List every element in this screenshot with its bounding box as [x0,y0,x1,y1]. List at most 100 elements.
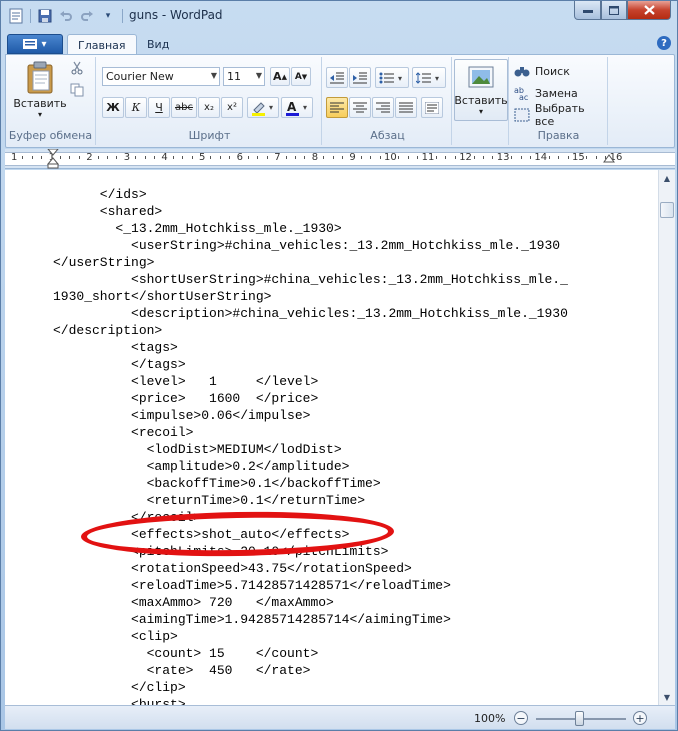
paste-button[interactable]: Вставить ▾ [12,61,68,119]
underline-button[interactable]: Ч [148,97,170,118]
save-icon[interactable] [36,7,54,25]
ruler-tick-mark [323,156,325,159]
ruler-tick-mark [97,156,99,159]
document-line: <rotationSpeed>43.75</rotationSpeed> [53,561,412,576]
document-area[interactable]: </ids> <shared> <_13.2mm_Hotchkiss_mle._… [5,170,675,705]
ruler-tick-label: 1 [11,152,18,163]
document-line: 1930_short</shortUserString> [53,289,272,304]
chevron-down-icon: ▾ [478,107,483,116]
file-menu-button[interactable]: ▾ [7,34,63,54]
paragraph-settings-button[interactable] [421,97,443,118]
align-center-button[interactable] [349,97,371,118]
ruler-tick-label: 7 [274,152,281,163]
svg-text:A: A [287,100,297,114]
highlighter-icon: ▾ [252,101,273,116]
find-button[interactable]: Поиск [514,61,570,81]
zoom-level: 100% [474,712,506,725]
insert-label: Вставить [454,94,508,107]
ruler-tick-mark [567,156,569,159]
ruler-tick-mark [266,156,268,159]
copy-icon[interactable] [70,83,86,99]
ruler-tick-mark [454,156,456,159]
ruler-tick-mark [586,156,588,159]
highlight-color-button[interactable]: ▾ [247,97,279,118]
ruler-tick-mark [436,156,437,159]
align-left-icon [330,102,344,112]
shrink-font-button[interactable]: A ▼ [291,67,311,86]
svg-text:▾: ▾ [398,74,402,83]
font-color-button[interactable]: A ▾ [281,97,313,118]
ruler-tick-label: 11 [421,152,435,163]
vertical-scrollbar[interactable]: ▲ ▼ [658,170,675,705]
ruler[interactable]: 1 1 2 3 4 5 6 7 8 9 10 11 12 13 14 15 16 [5,149,675,169]
ruler-tick-label: 8 [311,152,319,163]
font-color-icon: A ▾ [286,100,307,116]
increase-indent-button[interactable] [349,67,371,88]
insert-button[interactable]: Вставить ▾ [454,59,508,121]
zoom-out-button[interactable]: − [514,711,528,725]
ruler-tick-mark [558,156,560,159]
ruler-tick-mark [285,156,287,159]
document-line: <backoffTime>0.1</backoffTime> [53,476,381,491]
ruler-tick-mark [69,156,71,159]
tab-home[interactable]: Главная [67,34,137,55]
document-line: <impulse>0.06</impulse> [53,408,311,423]
scroll-down-icon[interactable]: ▼ [659,689,675,705]
scroll-thumb[interactable] [660,202,674,218]
font-size-value: 11 [227,70,241,83]
italic-button[interactable]: К [125,97,147,118]
replace-button[interactable]: ab ac Замена [514,83,578,103]
line-spacing-icon: ▾ [416,71,439,84]
subscript-button[interactable]: x₂ [198,97,220,118]
align-left-button[interactable] [326,97,348,118]
ruler-tick-label: 2 [86,152,93,163]
ruler-tick-mark [219,156,221,159]
document-line: <reloadTime>5.71428571428571</reloadTime… [53,578,451,593]
ruler-tick-mark [520,156,522,159]
ribbon-tabs: ▾ Главная Вид ? [5,32,675,55]
document-line: <description>#china_vehicles:_13.2mm_Hot… [53,306,568,321]
font-family-select[interactable]: Courier New ▼ [102,67,220,86]
decrease-indent-button[interactable] [326,67,348,88]
document-line: <effects>shot_auto</effects> [53,527,350,542]
align-right-button[interactable] [372,97,394,118]
cut-icon[interactable] [70,61,86,77]
ruler-tick-mark [492,156,494,159]
document-line: <userString>#china_vehicles:_13.2mm_Hotc… [53,238,561,253]
select-all-button[interactable]: Выбрать все [514,102,607,128]
ruler-tick-mark [154,156,155,159]
ribbon-home: Вставить ▾ Буфер обмена Courier New ▼ 11… [5,54,675,148]
document-text[interactable]: </ids> <shared> <_13.2mm_Hotchkiss_mle._… [53,186,568,705]
binoculars-icon [514,67,530,77]
maximize-button[interactable] [601,1,627,20]
ruler-tick-mark [229,156,231,159]
line-spacing-button[interactable]: ▾ [412,67,446,88]
replace-label: Замена [535,86,578,100]
close-button[interactable] [627,1,671,20]
ruler-tick-mark [116,156,118,159]
zoom-slider-thumb[interactable] [575,711,584,726]
paste-label: Вставить [13,97,67,110]
list-button[interactable]: ▾ [375,67,409,88]
minimize-icon [582,10,593,13]
minimize-button[interactable] [574,1,601,20]
help-icon[interactable]: ? [657,36,671,50]
font-size-select[interactable]: 11 ▼ [223,67,265,86]
redo-icon[interactable] [78,7,96,25]
scroll-up-icon[interactable]: ▲ [659,170,675,186]
superscript-button[interactable]: x² [221,97,243,118]
ruler-tick-mark [548,156,550,159]
wordpad-app-icon[interactable] [7,7,25,25]
strikethrough-button[interactable]: abc [171,97,197,118]
customize-qat-icon[interactable]: ▾ [99,7,117,25]
tab-view[interactable]: Вид [137,34,179,55]
undo-icon[interactable] [57,7,75,25]
ruler-tick-mark [31,156,33,159]
right-indent-marker[interactable] [603,154,615,166]
bold-button[interactable]: Ж [102,97,124,118]
justify-button[interactable] [395,97,417,118]
paragraph-group: ▾ ▾ Абзац [324,57,452,145]
indent-marker[interactable] [47,149,59,169]
grow-font-button[interactable]: A ▲ [270,67,290,86]
zoom-in-button[interactable]: + [633,711,647,725]
